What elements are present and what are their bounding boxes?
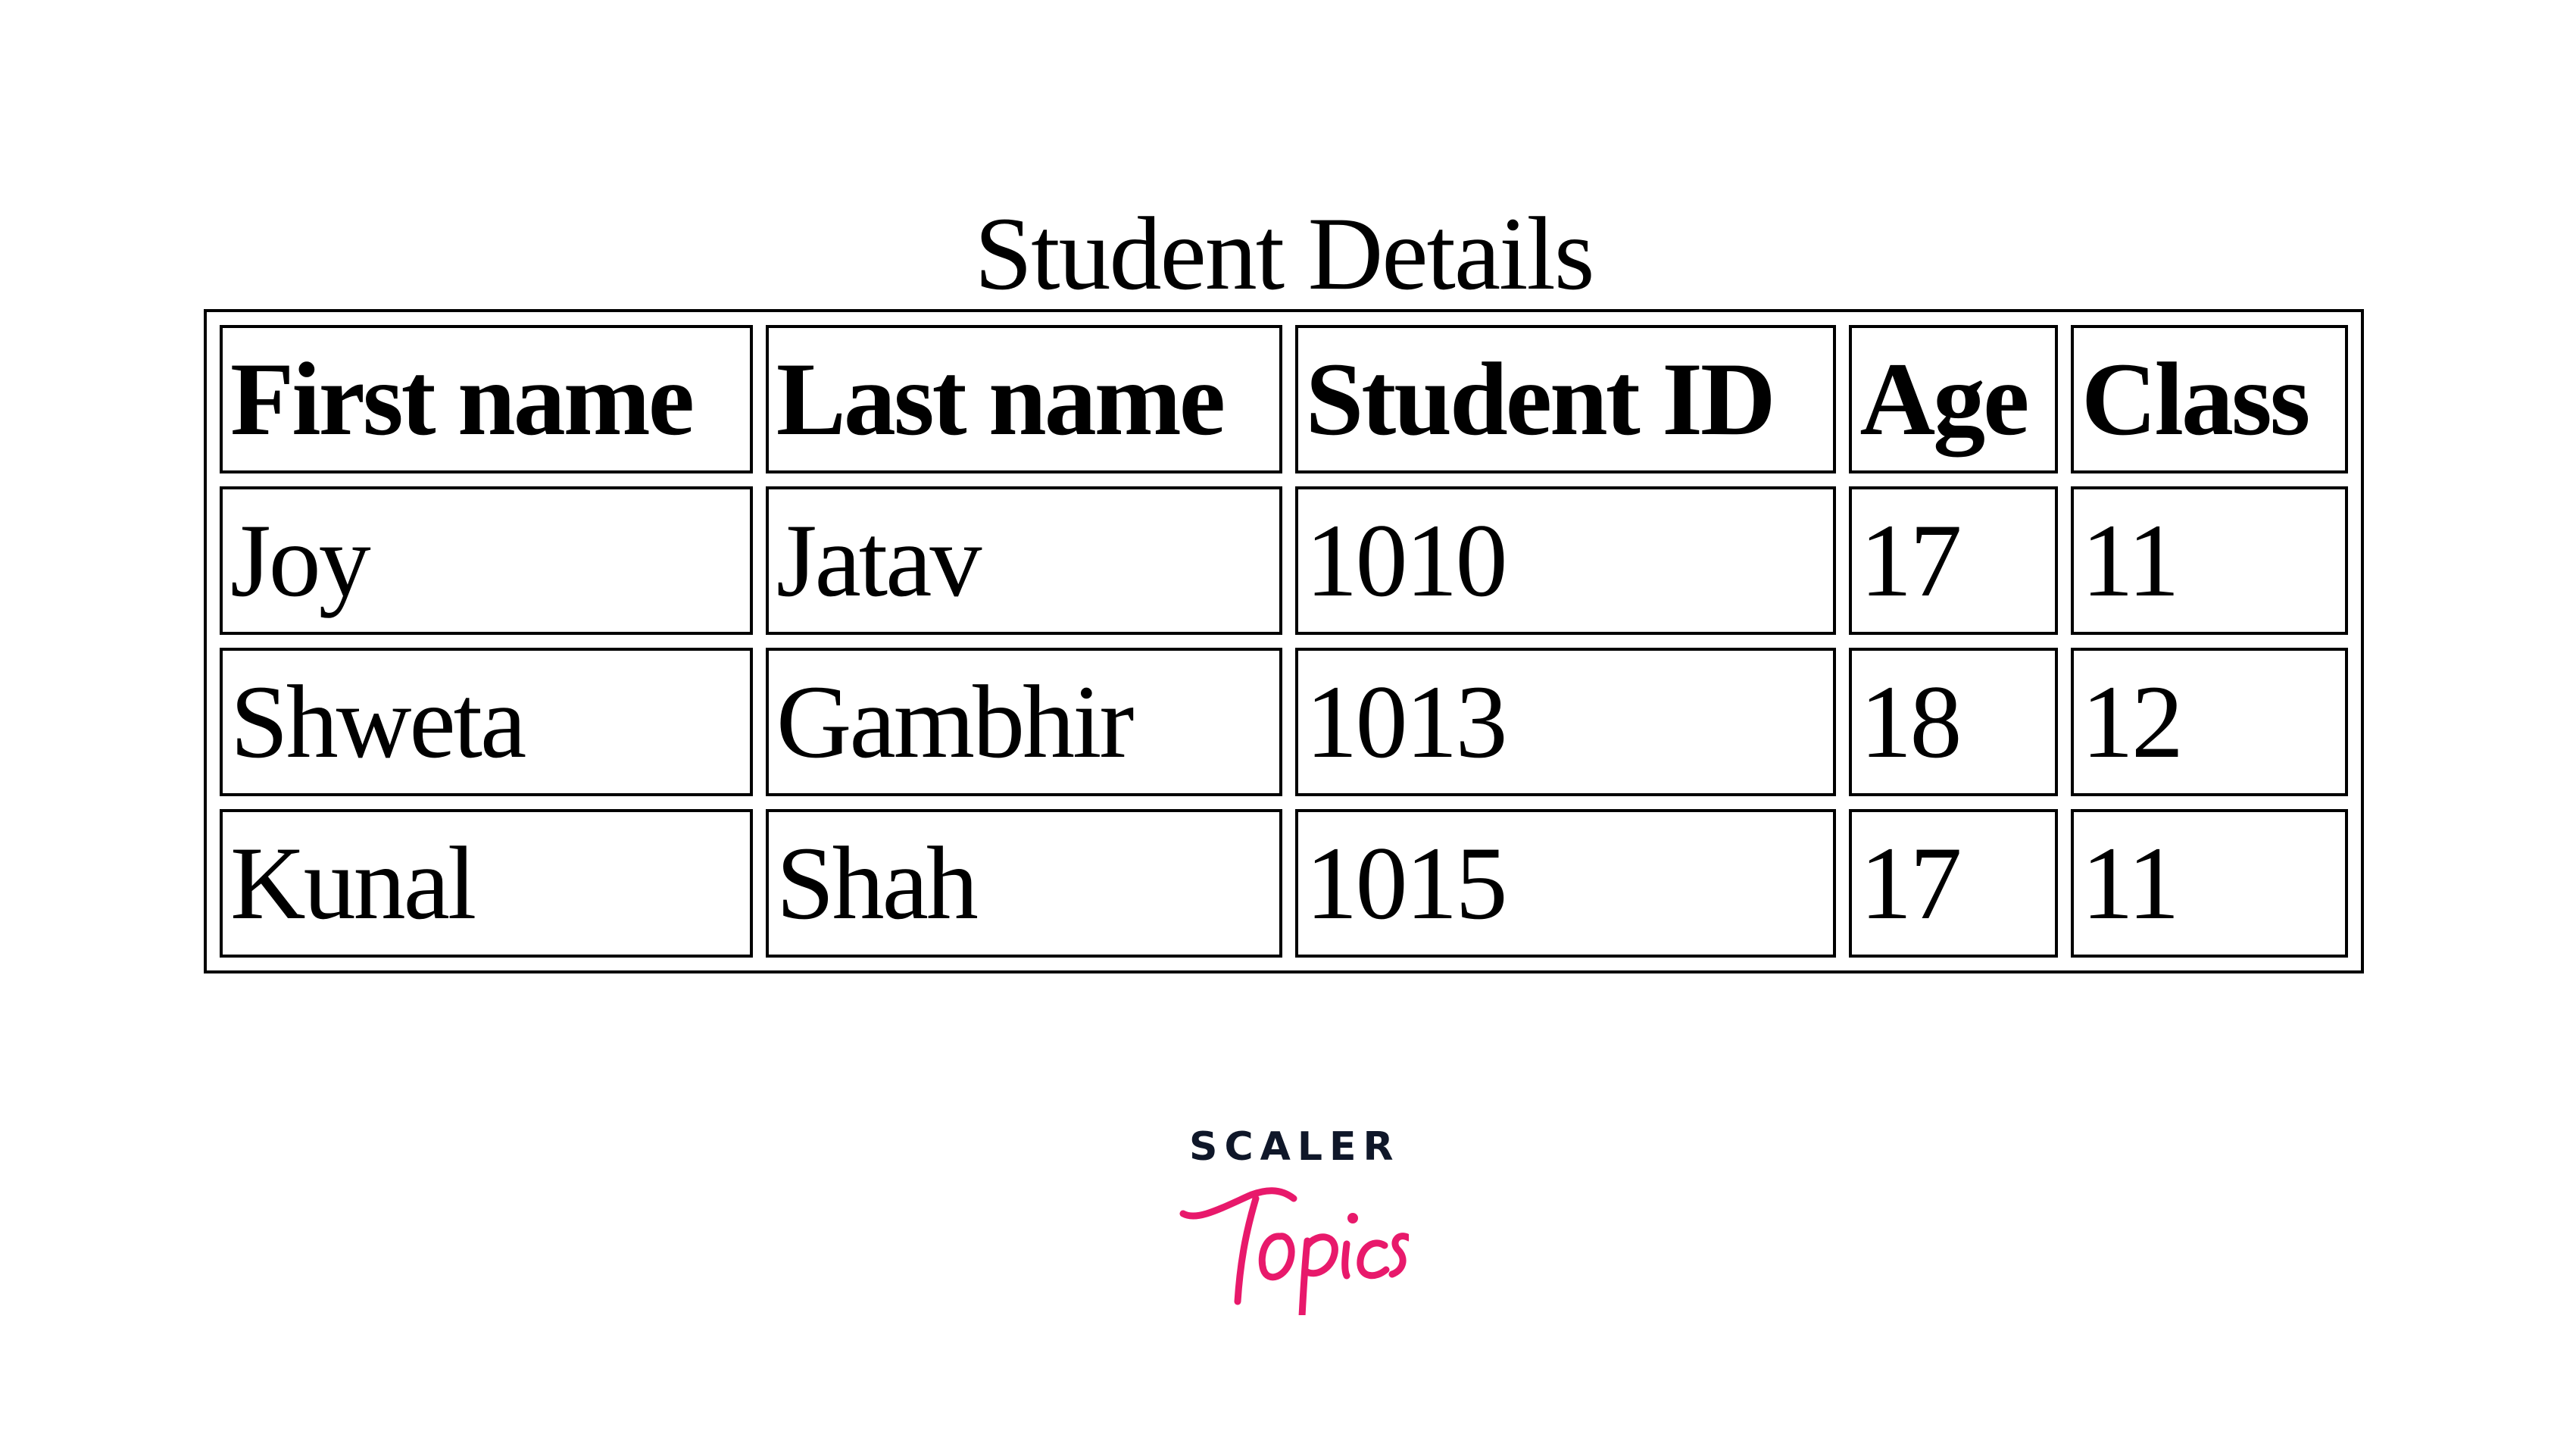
cell-age: 18 <box>1849 648 2058 796</box>
logo-topics-script: Topics <box>1166 1156 1413 1336</box>
cell-student-id: 1010 <box>1294 486 1837 635</box>
table-caption: Student Details <box>974 195 1594 311</box>
header-student-id: Student ID <box>1294 325 1837 473</box>
student-details-table: Student Details First name Last name Stu… <box>204 198 2364 973</box>
cell-first-name: Kunal <box>220 809 753 958</box>
header-first-name: First name <box>220 325 753 473</box>
cell-class: 11 <box>2070 486 2348 635</box>
table-header-row: First name Last name Student ID Age Clas… <box>220 325 2348 473</box>
cell-first-name: Shweta <box>220 648 753 796</box>
scaler-topics-logo: SCALER Topics <box>1166 1120 1413 1336</box>
cell-class: 12 <box>2070 648 2348 796</box>
header-last-name: Last name <box>765 325 1282 473</box>
cell-first-name: Joy <box>220 486 753 635</box>
cell-last-name: Gambhir <box>765 648 1282 796</box>
header-age: Age <box>1849 325 2058 473</box>
table-row: Kunal Shah 1015 17 11 <box>220 809 2348 958</box>
cell-age: 17 <box>1849 809 2058 958</box>
cell-last-name: Jatav <box>765 486 1282 635</box>
cell-last-name: Shah <box>765 809 1282 958</box>
cell-class: 11 <box>2070 809 2348 958</box>
table-row: Shweta Gambhir 1013 18 12 <box>220 648 2348 796</box>
cell-student-id: 1015 <box>1294 809 1837 958</box>
cell-age: 17 <box>1849 486 2058 635</box>
header-class: Class <box>2070 325 2348 473</box>
table-row: Joy Jatav 1010 17 11 <box>220 486 2348 635</box>
cell-student-id: 1013 <box>1294 648 1837 796</box>
student-table-container: Student Details First name Last name Stu… <box>204 198 2364 973</box>
